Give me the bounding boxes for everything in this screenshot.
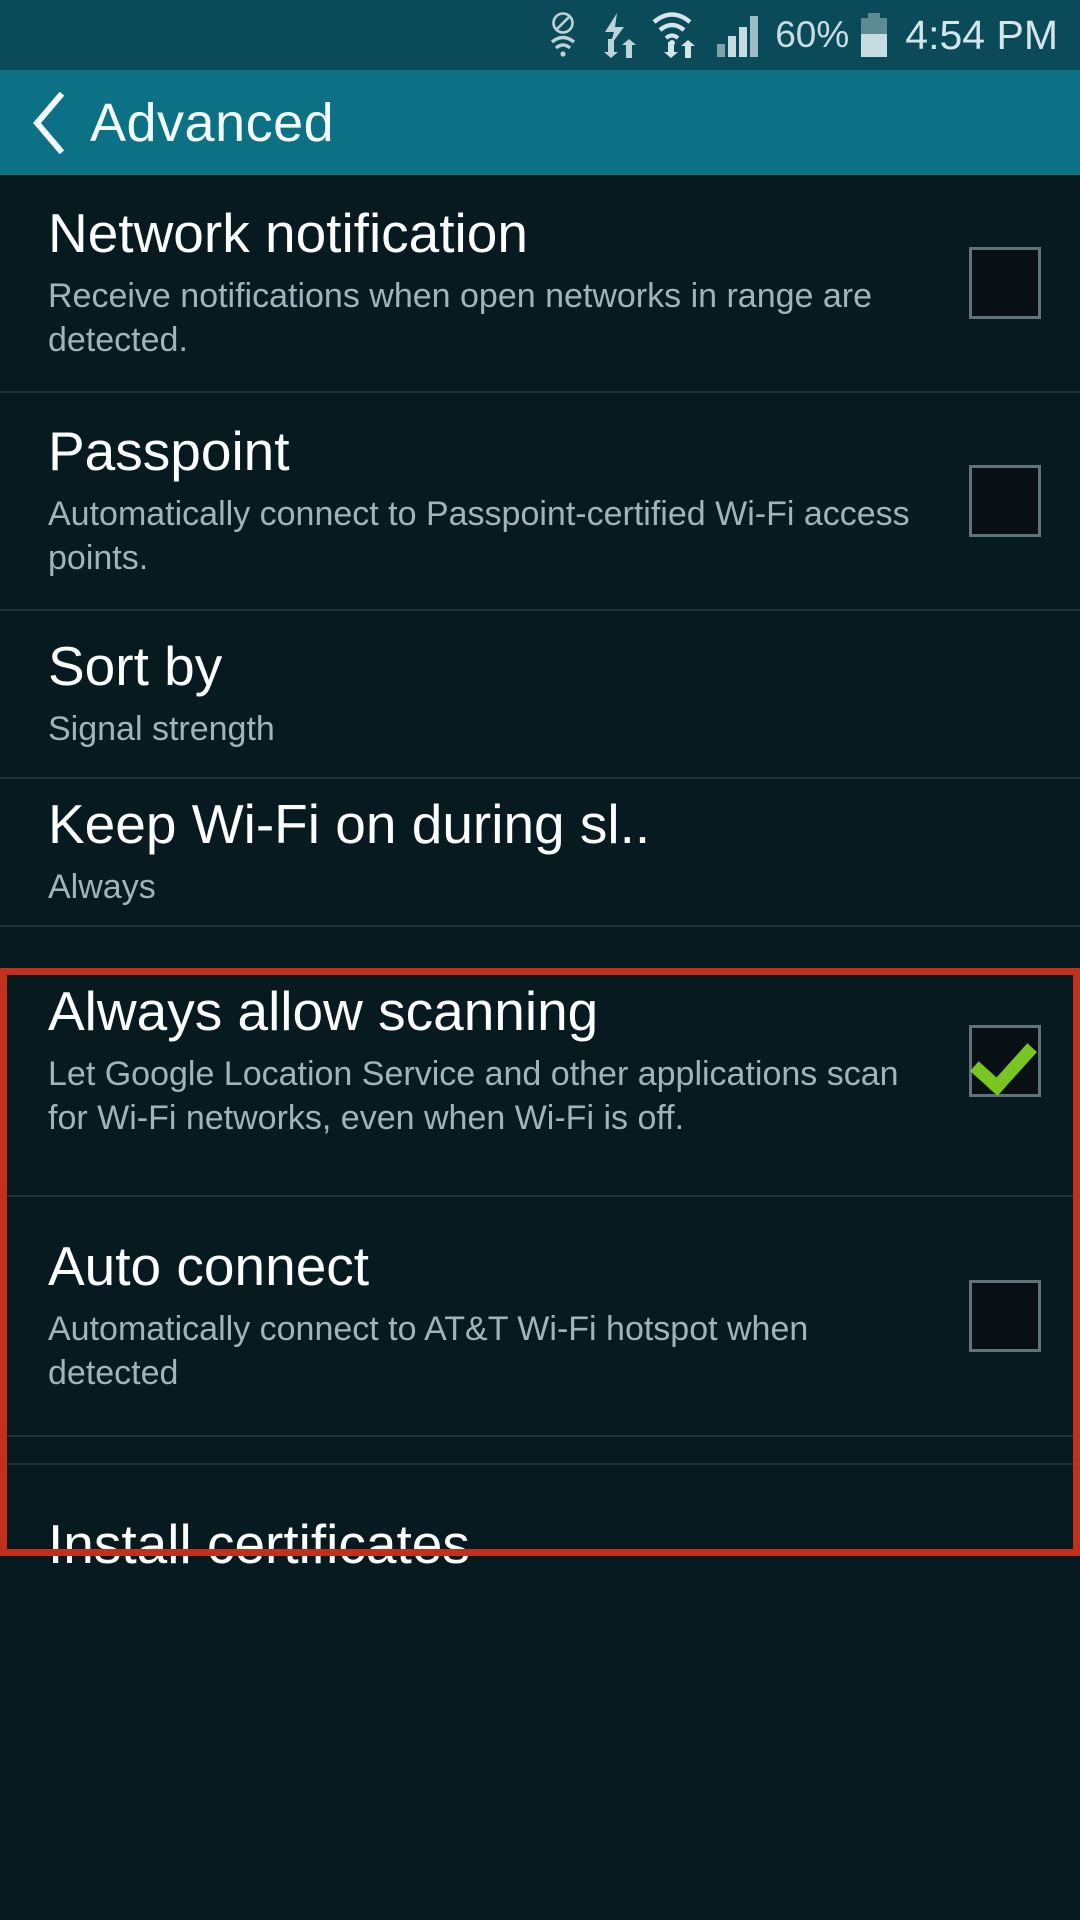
setting-row-passpoint[interactable]: Passpoint Automatically connect to Passp…: [0, 393, 1080, 611]
auto-connect-checkbox[interactable]: [969, 1280, 1041, 1352]
cellular-signal-icon: [717, 16, 759, 57]
section-divider: [0, 1437, 1080, 1465]
setting-subtitle: Automatically connect to AT&T Wi-Fi hots…: [48, 1309, 809, 1392]
row-text-block: Keep Wi-Fi on during sl.. Always: [48, 793, 1080, 909]
setting-title: Always allow scanning: [48, 980, 599, 1043]
setting-row-auto-connect[interactable]: Auto connect Automatically connect to AT…: [0, 1197, 1080, 1437]
setting-subtitle: Let Google Location Service and other ap…: [48, 1054, 899, 1137]
row-text-block: Sort by Signal strength: [48, 635, 1080, 751]
setting-row-keep-wifi-on-during-sleep[interactable]: Keep Wi-Fi on during sl.. Always: [0, 779, 1080, 927]
checkbox-slot: [930, 465, 1080, 537]
setting-title: Install certificates: [48, 1513, 470, 1576]
row-text-block: Auto connect Automatically connect to AT…: [48, 1235, 930, 1395]
passpoint-checkbox[interactable]: [969, 465, 1041, 537]
back-chevron-icon[interactable]: [26, 91, 72, 155]
setting-title: Auto connect: [48, 1235, 370, 1298]
checkbox-slot: [930, 1025, 1080, 1097]
setting-title: Passpoint: [48, 420, 290, 483]
setting-row-always-allow-scanning[interactable]: Always allow scanning Let Google Locatio…: [0, 927, 1080, 1197]
data-transfer-icon: [604, 13, 637, 58]
setting-row-install-certificates[interactable]: Install certificates: [0, 1465, 1080, 1625]
app-header: Advanced: [0, 70, 1080, 175]
checkbox-slot: [930, 247, 1080, 319]
row-text-block: Passpoint Automatically connect to Passp…: [48, 420, 930, 580]
android-settings-screen: 60% 4:54 PM Advanced Network notificatio…: [0, 0, 1080, 1920]
battery-icon: [861, 13, 888, 57]
setting-title: Network notification: [48, 202, 528, 265]
row-text-block: Install certificates: [48, 1513, 1080, 1576]
status-bar-icons: 60% 4:54 PM: [549, 12, 1064, 59]
settings-list: Network notification Receive notificatio…: [0, 175, 1080, 1920]
wifi-signal-icon: [652, 12, 696, 58]
row-text-block: Network notification Receive notificatio…: [48, 202, 930, 362]
battery-percent-label: 60%: [775, 14, 850, 55]
status-bar: 60% 4:54 PM: [0, 0, 1080, 70]
checkbox-slot: [930, 1280, 1080, 1352]
row-text-block: Always allow scanning Let Google Locatio…: [48, 980, 930, 1140]
setting-subtitle: Automatically connect to Passpoint-certi…: [48, 494, 910, 577]
setting-subtitle: Signal strength: [48, 709, 275, 748]
setting-row-sort-by[interactable]: Sort by Signal strength: [0, 611, 1080, 779]
network-notification-checkbox[interactable]: [969, 247, 1041, 319]
setting-row-network-notification[interactable]: Network notification Receive notificatio…: [0, 175, 1080, 393]
always-allow-scanning-checkbox[interactable]: [969, 1025, 1041, 1097]
no-wifi-icon: [551, 12, 576, 57]
setting-subtitle: Receive notifications when open networks…: [48, 276, 873, 359]
setting-title: Keep Wi-Fi on during sl..: [48, 793, 651, 856]
status-bar-clock: 4:54 PM: [905, 11, 1058, 58]
setting-title: Sort by: [48, 635, 223, 698]
page-title: Advanced: [90, 92, 335, 153]
setting-subtitle: Always: [48, 867, 156, 906]
